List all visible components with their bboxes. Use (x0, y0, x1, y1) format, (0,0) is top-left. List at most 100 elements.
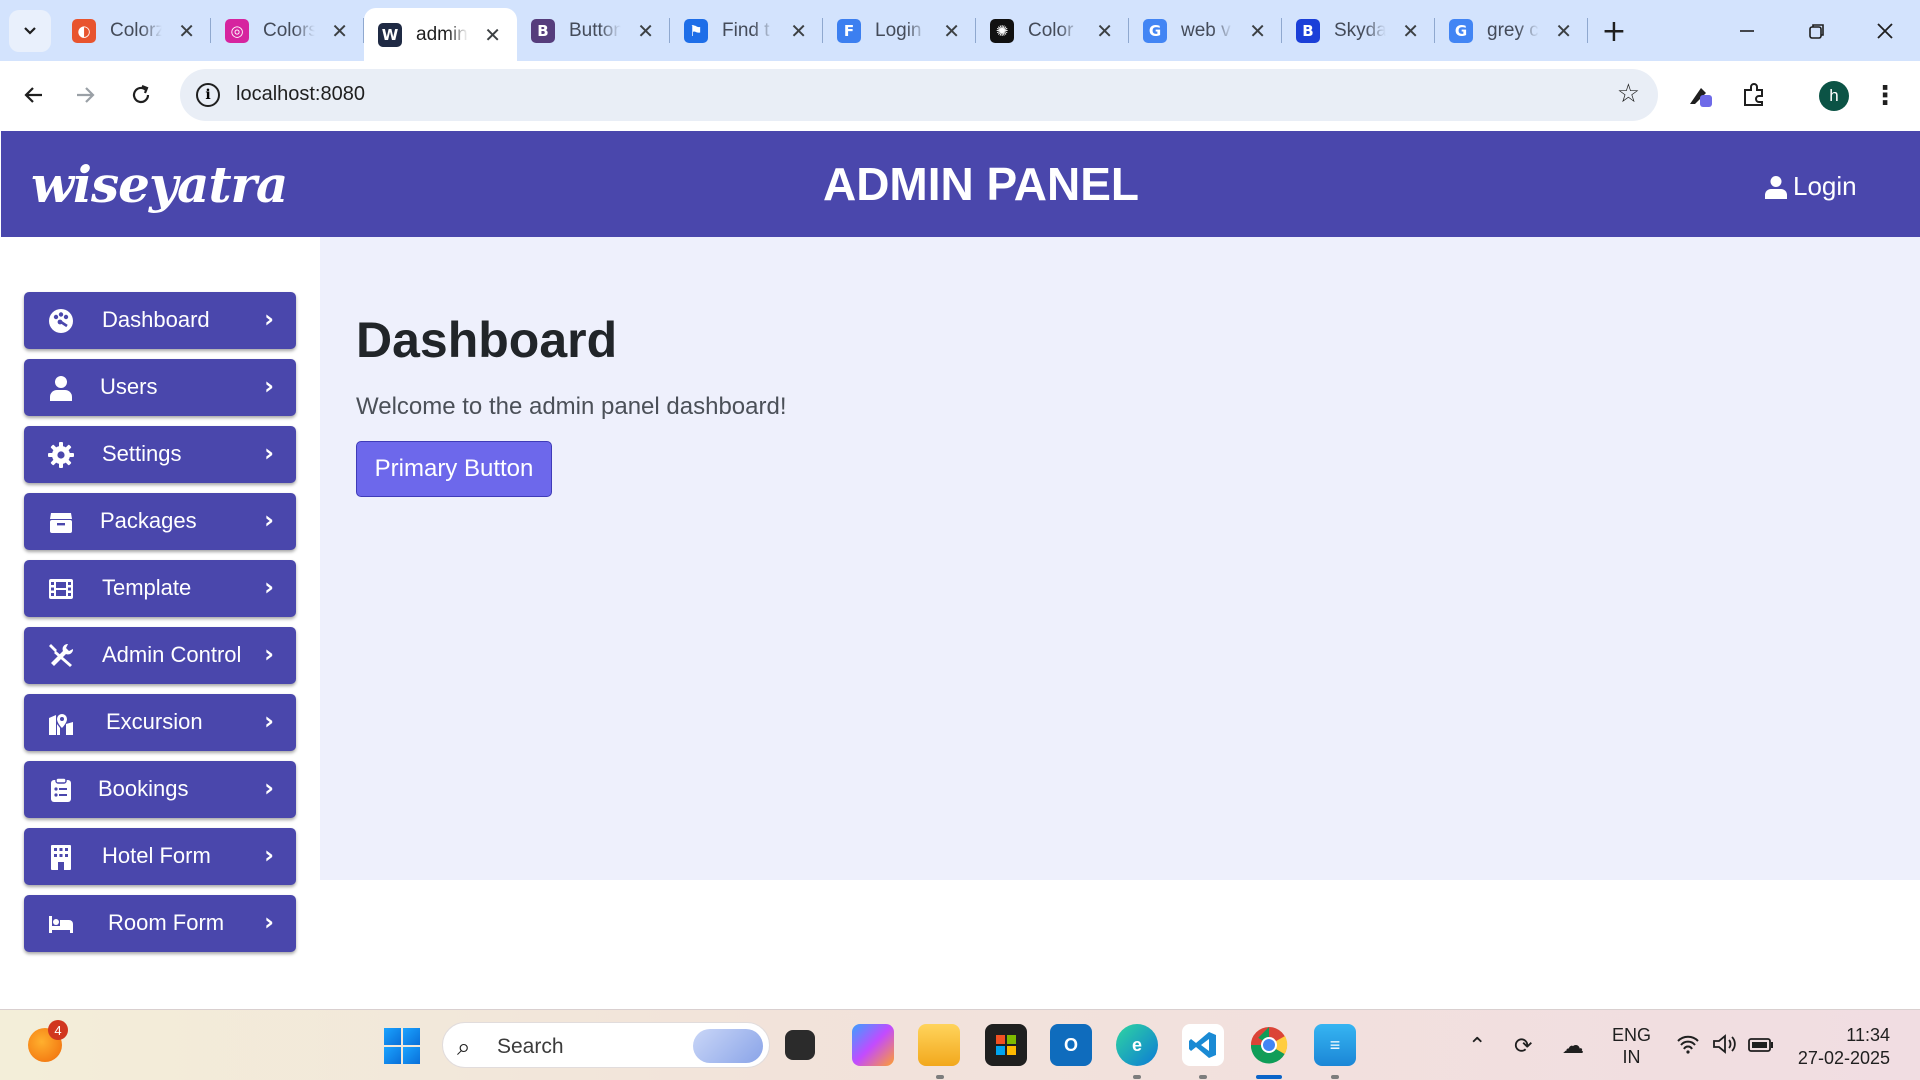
browser-tab[interactable]: ✺ Color ✕ (976, 0, 1129, 61)
profile-avatar[interactable]: h (1819, 81, 1849, 111)
browser-tab[interactable]: Gweb v ✕ (1129, 0, 1282, 61)
taskbar-search[interactable]: ⌕ Search (442, 1022, 770, 1068)
chevron-right-icon: › (264, 841, 274, 869)
sidebar-item-excursion[interactable]: Excursion › (24, 694, 296, 751)
close-tab-icon[interactable]: ✕ (790, 19, 807, 43)
browser-tab[interactable]: B Button ✕ (517, 0, 670, 61)
arrow-left-icon (24, 87, 42, 103)
reload-button[interactable] (121, 75, 161, 115)
browser-tab[interactable]: Wadmin ✕ (364, 8, 517, 61)
region-code: IN (1622, 1047, 1641, 1067)
close-tab-icon[interactable]: ✕ (943, 19, 960, 43)
start-button[interactable] (384, 1028, 420, 1064)
volume-icon[interactable] (1712, 1034, 1738, 1060)
task-view-icon[interactable] (785, 1030, 815, 1060)
chrome-icon[interactable] (1248, 1024, 1290, 1066)
back-button[interactable] (13, 75, 53, 115)
close-tab-icon[interactable]: ✕ (484, 23, 501, 47)
browser-toolbar: i localhost:8080 ☆ (0, 61, 1920, 129)
browser-tab[interactable]: ◎ Colors ✕ (211, 0, 364, 61)
minimize-button[interactable] (1712, 0, 1782, 61)
chevron-right-icon: › (264, 305, 274, 333)
map-location-icon (48, 710, 74, 736)
close-tab-icon[interactable]: ✕ (637, 19, 654, 43)
sidebar-item-admin-control[interactable]: Admin Control › (24, 627, 296, 684)
microsoft-store-icon[interactable] (985, 1024, 1027, 1066)
url-text[interactable]: localhost:8080 (236, 83, 365, 106)
sidebar-item-packages[interactable]: Packages › (24, 493, 296, 550)
new-tab-button[interactable]: + (1594, 12, 1634, 50)
clock-date: 27-02-2025 (1797, 1048, 1890, 1068)
browser-tab[interactable]: B Skyda ✕ (1282, 0, 1435, 61)
extensions-puzzle-icon[interactable] (1734, 75, 1774, 115)
sidebar-item-label: Excursion (106, 709, 203, 734)
running-indicator (936, 1075, 944, 1079)
bookmark-star-icon[interactable]: ☆ (1617, 79, 1640, 109)
lang-code: ENG (1612, 1025, 1652, 1045)
chevron-right-icon: › (264, 439, 274, 467)
close-window-button[interactable] (1850, 0, 1920, 61)
wifi-icon[interactable] (1676, 1034, 1700, 1060)
language-indicator[interactable]: ENG IN (1612, 1024, 1651, 1068)
sidebar: Dashboard › Users › Settings › Packages › Templa… (0, 129, 320, 1009)
tab-title: grey c (1487, 19, 1539, 41)
copilot-icon[interactable] (852, 1024, 894, 1066)
edge-icon[interactable]: e (1116, 1024, 1158, 1066)
chevron-right-icon: › (264, 506, 274, 534)
chevron-down-icon (24, 27, 36, 35)
outlook-icon[interactable]: O (1050, 1024, 1092, 1066)
sidebar-item-template[interactable]: Template › (24, 560, 296, 617)
login-link[interactable]: Login (1765, 171, 1857, 202)
browser-tab[interactable]: ◐ Colorz ✕ (58, 0, 211, 61)
sidebar-item-label: Template (102, 575, 192, 600)
browser-menu-icon[interactable]: ⋮ (1870, 76, 1900, 116)
browser-tab[interactable]: Ggrey c ✕ (1435, 0, 1588, 61)
sidebar-item-bookings[interactable]: Bookings › (24, 761, 296, 818)
sidebar-item-label: Packages (100, 508, 197, 533)
browser-tab[interactable]: F Login ✕ (823, 0, 976, 61)
sync-icon[interactable]: ⟳ (1514, 1034, 1532, 1059)
tab-list: ◐ Colorz ✕ ◎ Colors ✕ Wadmin ✕ B Button ✕ ⚑ Find t ✕ F… (58, 0, 1588, 61)
chevron-right-icon: › (264, 640, 274, 668)
notepad-icon[interactable]: ≡ (1314, 1024, 1356, 1066)
browser-tab-strip: ◐ Colorz ✕ ◎ Colors ✕ Wadmin ✕ B Button ✕ ⚑ Find t ✕ F… (0, 0, 1920, 61)
close-tab-icon[interactable]: ✕ (1249, 19, 1266, 43)
chevron-right-icon: › (264, 774, 274, 802)
system-clock[interactable]: 11:34 27-02-2025 (1790, 1024, 1890, 1070)
sidebar-item-room-form[interactable]: Room Form › (24, 895, 296, 952)
sidebar-item-settings[interactable]: Settings › (24, 426, 296, 483)
extension-pinned-icon[interactable] (1680, 75, 1720, 115)
gear-icon (48, 442, 74, 468)
restore-button[interactable] (1782, 0, 1852, 61)
login-label: Login (1793, 171, 1857, 201)
welcome-text: Welcome to the admin panel dashboard! (356, 393, 787, 420)
openai-icon: ✺ (990, 18, 1014, 43)
browser-tab[interactable]: ⚑ Find t ✕ (670, 0, 823, 61)
sidebar-item-dashboard[interactable]: Dashboard › (24, 292, 296, 349)
close-tab-icon[interactable]: ✕ (1555, 19, 1572, 43)
close-tab-icon[interactable]: ✕ (178, 19, 195, 43)
bold-b-icon: B (1296, 18, 1320, 43)
search-icon: ⌕ (457, 1033, 471, 1061)
show-hidden-icons-chevron-up-icon[interactable]: ⌃ (1468, 1034, 1486, 1059)
onedrive-icon[interactable]: ☁ (1562, 1034, 1584, 1059)
close-tab-icon[interactable]: ✕ (331, 19, 348, 43)
vscode-icon[interactable] (1182, 1024, 1224, 1066)
address-bar[interactable]: i localhost:8080 ☆ (180, 69, 1658, 121)
close-icon (1877, 22, 1893, 39)
close-tab-icon[interactable]: ✕ (1402, 19, 1419, 43)
tab-search-button[interactable] (9, 10, 51, 52)
sidebar-item-label: Users (100, 374, 158, 399)
forward-button[interactable] (66, 75, 106, 115)
primary-button[interactable]: Primary Button (356, 441, 552, 497)
battery-icon[interactable] (1748, 1034, 1774, 1059)
web-page: wiseyatra ADMIN PANEL Login Dashboard › Us… (0, 129, 1920, 1009)
user-icon (48, 375, 74, 401)
bootstrap-icon: B (531, 18, 555, 43)
reload-icon (132, 84, 150, 104)
sidebar-item-hotel-form[interactable]: Hotel Form › (24, 828, 296, 885)
sidebar-item-users[interactable]: Users › (24, 359, 296, 416)
site-info-icon[interactable]: i (196, 83, 220, 107)
file-explorer-icon[interactable] (918, 1024, 960, 1066)
close-tab-icon[interactable]: ✕ (1096, 19, 1113, 43)
